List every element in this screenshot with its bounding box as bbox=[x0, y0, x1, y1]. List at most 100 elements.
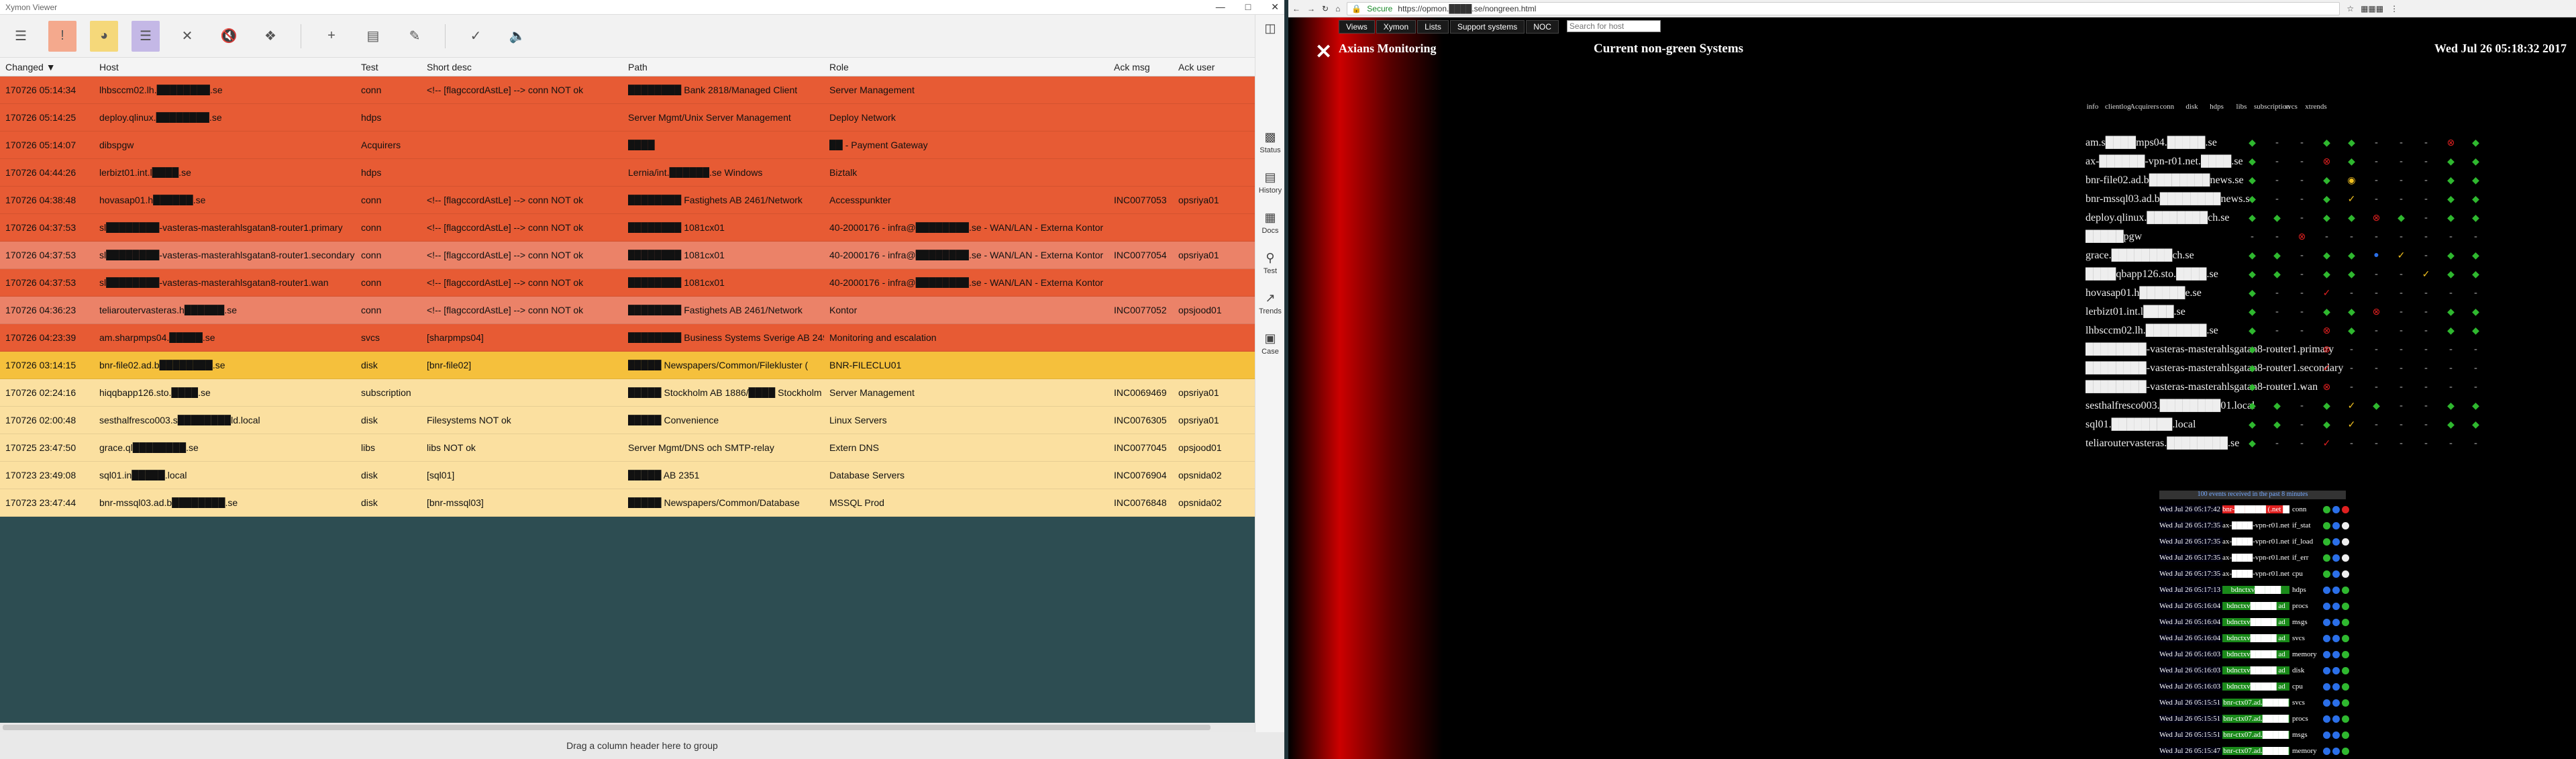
status-clientlog-icon[interactable]: ◆ bbox=[2265, 401, 2289, 412]
column-header-xtrends[interactable]: xtrends bbox=[2304, 103, 2328, 111]
status-dot-icon[interactable] bbox=[2342, 521, 2349, 529]
event-service[interactable]: memory bbox=[2289, 650, 2323, 658]
status-dot-icon[interactable] bbox=[2323, 715, 2330, 723]
status-xtrends-icon[interactable]: ◆ bbox=[2463, 213, 2488, 224]
status-disk-icon[interactable]: ◉ bbox=[2339, 175, 2364, 187]
panel-toggle-button[interactable]: ◫ bbox=[1255, 15, 1284, 42]
status-disk-icon[interactable]: ◆ bbox=[2339, 156, 2364, 168]
status-conn-icon[interactable]: ✓ bbox=[2314, 288, 2339, 299]
status-info-icon[interactable]: ◆ bbox=[2240, 288, 2265, 299]
status-svcs-icon[interactable]: ◆ bbox=[2438, 213, 2463, 224]
status-dot-icon[interactable] bbox=[2323, 586, 2330, 594]
table-row[interactable]: 170726 02:24:16 hiqqbapp126.sto.████.se su… bbox=[0, 379, 1255, 407]
status-info-icon[interactable]: ◆ bbox=[2240, 156, 2265, 168]
event-service[interactable]: svcs bbox=[2289, 699, 2323, 707]
status-button[interactable]: ▩ Status bbox=[1255, 122, 1284, 162]
status-libs-icon[interactable]: ✓ bbox=[2389, 250, 2414, 262]
event-host[interactable]: bnr-ctx07.ad.█████ bbox=[2222, 731, 2289, 739]
status-libs-icon[interactable]: ◆ bbox=[2389, 213, 2414, 224]
status-info-icon[interactable]: ◆ bbox=[2240, 138, 2265, 149]
status-conn-icon[interactable]: ◆ bbox=[2314, 250, 2339, 262]
status-info-icon[interactable]: ◆ bbox=[2240, 307, 2265, 318]
status-dot-icon[interactable] bbox=[2323, 521, 2330, 529]
status-dot-icon[interactable] bbox=[2332, 634, 2340, 642]
table-row[interactable]: 170726 04:44:26 lerbizt01.int.l████.se hdp… bbox=[0, 159, 1255, 187]
status-xtrends-icon[interactable]: ◆ bbox=[2463, 325, 2488, 337]
address-bar[interactable]: 🔒 Secure https://opmon.████.se/nongreen.… bbox=[1347, 1, 2340, 15]
status-conn-icon[interactable]: ✓ bbox=[2314, 438, 2339, 450]
column-header-role[interactable]: Role bbox=[824, 62, 1109, 72]
status-xtrends-icon[interactable]: ◆ bbox=[2463, 307, 2488, 318]
status-svcs-icon[interactable]: ◆ bbox=[2438, 156, 2463, 168]
event-host[interactable]: ax-████-vpn-r01.net.████.se bbox=[2222, 538, 2289, 546]
status-xtrends-icon[interactable]: ◆ bbox=[2463, 138, 2488, 149]
event-service[interactable]: procs bbox=[2289, 715, 2323, 723]
event-host[interactable]: ax-████-vpn-r01.net.████.se bbox=[2222, 570, 2289, 578]
maximize-icon[interactable]: □ bbox=[1245, 1, 1251, 13]
host-name[interactable]: ████████-vasteras-masterahlsgatan8-route… bbox=[2085, 344, 2334, 356]
warning-filter-icon[interactable]: ◕ bbox=[90, 20, 118, 52]
event-service[interactable]: msgs bbox=[2289, 731, 2323, 739]
tag-icon[interactable]: ❖ bbox=[256, 21, 285, 52]
status-dot-icon[interactable] bbox=[2332, 682, 2340, 691]
status-clientlog-icon[interactable]: ◆ bbox=[2265, 419, 2289, 431]
trends-button[interactable]: ↗ Trends bbox=[1255, 283, 1284, 323]
host-name[interactable]: am.s████mps04.█████.se bbox=[2085, 137, 2240, 149]
event-service[interactable]: conn bbox=[2289, 505, 2323, 513]
event-service[interactable]: procs bbox=[2289, 602, 2323, 610]
status-xtrends-icon[interactable]: ◆ bbox=[2463, 156, 2488, 168]
status-subscription-icon[interactable]: ✓ bbox=[2414, 269, 2438, 281]
status-info-icon[interactable]: ◆ bbox=[2240, 363, 2265, 374]
table-row[interactable]: 170726 04:36:23 teliaroutervasteras.h████… bbox=[0, 297, 1255, 324]
status-dot-icon[interactable] bbox=[2342, 699, 2349, 707]
table-row[interactable]: 170726 05:14:34 lhbsccm02.lh.████████.se c… bbox=[0, 77, 1255, 104]
status-dot-icon[interactable] bbox=[2323, 570, 2330, 578]
forward-icon[interactable]: → bbox=[1307, 4, 1315, 13]
status-disk-icon[interactable]: ◆ bbox=[2339, 307, 2364, 318]
status-dot-icon[interactable] bbox=[2323, 618, 2330, 626]
column-header-short-desc[interactable]: Short desc bbox=[421, 62, 623, 72]
status-dot-icon[interactable] bbox=[2342, 554, 2349, 562]
add-icon[interactable]: + bbox=[317, 21, 346, 52]
status-info-icon[interactable]: ◆ bbox=[2240, 213, 2265, 224]
status-dot-icon[interactable] bbox=[2332, 602, 2340, 610]
event-service[interactable]: cpu bbox=[2289, 682, 2323, 691]
history-button[interactable]: ▤ History bbox=[1255, 162, 1284, 203]
home-icon[interactable]: ⌂ bbox=[1335, 4, 1340, 13]
event-service[interactable]: svcs bbox=[2289, 634, 2323, 642]
status-svcs-icon[interactable]: ⊗ bbox=[2438, 138, 2463, 149]
host-name[interactable]: deploy.qlinux.████████ch.se bbox=[2085, 212, 2240, 224]
status-dot-icon[interactable] bbox=[2332, 505, 2340, 513]
status-hdps-icon[interactable]: ⊗ bbox=[2364, 307, 2389, 318]
status-dot-icon[interactable] bbox=[2323, 731, 2330, 739]
status-xtrends-icon[interactable]: ◆ bbox=[2463, 194, 2488, 205]
host-name[interactable]: bnr-mssql03.ad.b████████news.se bbox=[2085, 193, 2255, 205]
status-dot-icon[interactable] bbox=[2332, 618, 2340, 626]
status-dot-icon[interactable] bbox=[2342, 634, 2349, 642]
status-dot-icon[interactable] bbox=[2332, 570, 2340, 578]
status-svcs-icon[interactable]: ◆ bbox=[2438, 325, 2463, 337]
event-host[interactable]: bdnctxv█████ bbox=[2222, 586, 2289, 594]
scrollbar-thumb[interactable] bbox=[3, 725, 1210, 730]
status-dot-icon[interactable] bbox=[2342, 747, 2349, 755]
table-row[interactable]: 170726 02:00:48 sesthalfresco003.s███████… bbox=[0, 407, 1255, 434]
column-header-disk[interactable]: disk bbox=[2179, 103, 2204, 111]
event-host[interactable]: bdnctxv█████ ad bbox=[2222, 618, 2289, 626]
status-info-icon[interactable]: ◆ bbox=[2240, 401, 2265, 412]
status-dot-icon[interactable] bbox=[2342, 682, 2349, 691]
status-dot-icon[interactable] bbox=[2342, 618, 2349, 626]
status-svcs-icon[interactable]: ◆ bbox=[2438, 175, 2463, 187]
nav-support-systems[interactable]: Support systems bbox=[1449, 20, 1525, 34]
status-dot-icon[interactable] bbox=[2323, 505, 2330, 513]
nav-views[interactable]: Views bbox=[1339, 20, 1375, 34]
status-disk-icon[interactable]: ✓ bbox=[2339, 419, 2364, 431]
status-xtrends-icon[interactable]: ◆ bbox=[2463, 175, 2488, 187]
reload-icon[interactable]: ↻ bbox=[1322, 4, 1329, 13]
status-svcs-icon[interactable]: ◆ bbox=[2438, 194, 2463, 205]
host-name[interactable]: █████pgw bbox=[2085, 231, 2240, 243]
nav-xymon[interactable]: Xymon bbox=[1376, 20, 1416, 34]
status-svcs-icon[interactable]: ◆ bbox=[2438, 250, 2463, 262]
status-disk-icon[interactable]: ◆ bbox=[2339, 269, 2364, 281]
status-dot-icon[interactable] bbox=[2332, 715, 2340, 723]
event-service[interactable]: disk bbox=[2289, 666, 2323, 674]
